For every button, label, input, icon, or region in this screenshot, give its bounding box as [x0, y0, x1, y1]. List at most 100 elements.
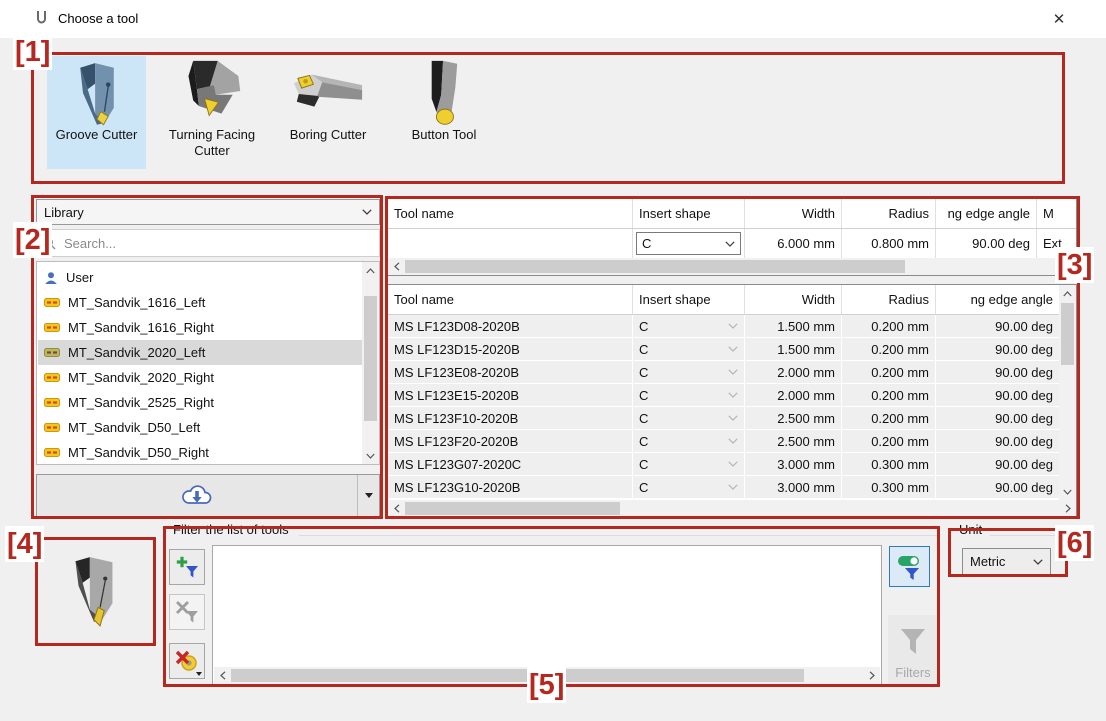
tool-type-turning-facing-cutter[interactable]: Turning Facing Cutter [158, 56, 266, 169]
radius-cell: 0.200 mm [842, 384, 936, 406]
col-width: Width [745, 285, 842, 314]
hscroll-thumb[interactable] [405, 260, 905, 273]
library-tree[interactable]: User MT_Sandvik_1616_Left MT_Sandvik_161… [36, 261, 380, 465]
unit-combobox[interactable]: Metric [962, 548, 1051, 575]
mounting-value[interactable]: Ext [1037, 229, 1076, 258]
search-input[interactable] [62, 235, 373, 252]
width-cell: 1.500 mm [745, 338, 842, 360]
tool-row[interactable]: MS LF123E15-2020B C 2.000 mm 0.200 mm 90… [388, 384, 1059, 407]
radius-cell: 0.200 mm [842, 407, 936, 429]
selected-tool-table: Tool name Insert shape Width Radius ng e… [387, 198, 1077, 276]
clear-filters-icon [174, 648, 200, 674]
hscroll-thumb[interactable] [405, 502, 620, 515]
scroll-right-icon[interactable] [863, 667, 880, 684]
library-source-value: Library [44, 205, 362, 220]
user-icon [44, 271, 58, 285]
chevron-down-icon [728, 369, 738, 375]
tool-row[interactable]: MS LF123G07-2020C C 3.000 mm 0.300 mm 90… [388, 453, 1059, 476]
library-source-combobox[interactable]: Library [36, 199, 380, 225]
tool-type-groove-cutter[interactable]: Groove Cutter [47, 56, 146, 169]
selected-tool-hscrollbar[interactable] [388, 258, 1076, 275]
scroll-left-icon[interactable] [388, 258, 405, 275]
scroll-down-icon[interactable] [1059, 483, 1076, 500]
library-icon [44, 373, 60, 382]
insert-shape-cell: C [633, 338, 745, 360]
dialog-title: Choose a tool [58, 11, 138, 26]
tree-item-user[interactable]: User [38, 265, 362, 290]
radius-value[interactable]: 0.800 mm [842, 229, 936, 258]
width-value[interactable]: 6.000 mm [745, 229, 842, 258]
tree-item-library[interactable]: MT_Sandvik_D50_Left [38, 415, 362, 440]
vscroll-thumb[interactable] [1061, 303, 1074, 365]
edge-angle-cell: 90.00 deg [936, 407, 1059, 429]
scroll-down-icon[interactable] [362, 447, 379, 464]
tree-item-library[interactable]: MT_Sandvik_1616_Right [38, 315, 362, 340]
download-options-dropdown[interactable] [358, 475, 379, 516]
tool-row[interactable]: MS LF123F20-2020B C 2.500 mm 0.200 mm 90… [388, 430, 1059, 453]
radius-cell: 0.200 mm [842, 430, 936, 452]
chevron-down-icon [725, 241, 735, 247]
hscroll-thumb[interactable] [231, 669, 804, 682]
chevron-down-icon [728, 392, 738, 398]
clear-filters-button[interactable] [169, 643, 205, 679]
filters-button[interactable]: Filters [888, 615, 938, 685]
toggle-filters-button[interactable] [889, 546, 930, 587]
close-button[interactable]: ✕ [1044, 6, 1074, 32]
width-cell: 1.500 mm [745, 315, 842, 337]
scroll-up-icon[interactable] [362, 262, 379, 279]
tree-scrollbar[interactable] [362, 262, 379, 464]
unit-groupbox-line [990, 535, 1066, 536]
scroll-up-icon[interactable] [1059, 285, 1076, 302]
filter-list[interactable] [212, 545, 882, 685]
tool-list-hscrollbar[interactable] [388, 500, 1076, 517]
chevron-down-icon [728, 346, 738, 352]
scroll-right-icon[interactable] [1059, 500, 1076, 517]
tree-item-library[interactable]: MT_Sandvik_2020_Right [38, 365, 362, 390]
toggle-filter-icon [896, 553, 924, 581]
col-radius: Radius [842, 285, 936, 314]
scroll-right-icon[interactable] [1059, 258, 1076, 275]
add-filter-button[interactable] [169, 549, 205, 585]
library-icon [44, 298, 60, 307]
tool-list-vscrollbar[interactable] [1059, 285, 1076, 500]
tool-row[interactable]: MS LF123D08-2020B C 1.500 mm 0.200 mm 90… [388, 315, 1059, 338]
insert-shape-cell: C [633, 229, 745, 258]
col-radius: Radius [842, 199, 936, 228]
edge-angle-value[interactable]: 90.00 deg [936, 229, 1037, 258]
filter-funnel-icon [899, 627, 927, 657]
edge-angle-cell: 90.00 deg [936, 338, 1059, 360]
insert-shape-dropdown[interactable]: C [636, 232, 741, 255]
width-cell: 2.000 mm [745, 384, 842, 406]
width-cell: 2.000 mm [745, 361, 842, 383]
tool-row[interactable]: MS LF123F10-2020B C 2.500 mm 0.200 mm 90… [388, 407, 1059, 430]
tool-name-value[interactable] [388, 229, 633, 258]
add-filter-icon [175, 555, 199, 579]
filter-groupbox-line [299, 535, 937, 536]
tool-list-rows: MS LF123D08-2020B C 1.500 mm 0.200 mm 90… [388, 315, 1059, 499]
edge-angle-cell: 90.00 deg [936, 430, 1059, 452]
width-cell: 3.000 mm [745, 453, 842, 475]
chevron-down-icon [728, 461, 738, 467]
col-width: Width [745, 199, 842, 228]
search-box[interactable] [36, 229, 380, 257]
cloud-download-button[interactable] [37, 475, 358, 516]
tree-item-library[interactable]: MT_Sandvik_D50_Right [38, 440, 362, 465]
remove-filter-button[interactable] [169, 594, 205, 630]
tool-type-boring-cutter[interactable]: Boring Cutter [276, 56, 380, 169]
scroll-left-icon[interactable] [214, 667, 231, 684]
tool-row[interactable]: MS LF123D15-2020B C 1.500 mm 0.200 mm 90… [388, 338, 1059, 361]
width-cell: 3.000 mm [745, 476, 842, 498]
tree-item-library[interactable]: MT_Sandvik_2525_Right [38, 390, 362, 415]
selected-tool-row[interactable]: C 6.000 mm 0.800 mm 90.00 deg Ext [388, 229, 1076, 258]
tool-row[interactable]: MS LF123E08-2020B C 2.000 mm 0.200 mm 90… [388, 361, 1059, 384]
scroll-left-icon[interactable] [388, 500, 405, 517]
groove-cutter-preview-image [67, 554, 125, 630]
tool-type-button-tool[interactable]: Button Tool [394, 56, 494, 169]
download-library-split-button[interactable] [36, 474, 380, 517]
tool-row[interactable]: MS LF123G10-2020B C 3.000 mm 0.300 mm 90… [388, 476, 1059, 499]
tree-item-library[interactable]: MT_Sandvik_1616_Left [38, 290, 362, 315]
tree-item-library-selected[interactable]: MT_Sandvik_2020_Left [38, 340, 362, 365]
filter-list-hscrollbar[interactable] [214, 667, 880, 684]
chevron-down-icon [728, 484, 738, 490]
tree-scroll-thumb[interactable] [364, 296, 377, 421]
